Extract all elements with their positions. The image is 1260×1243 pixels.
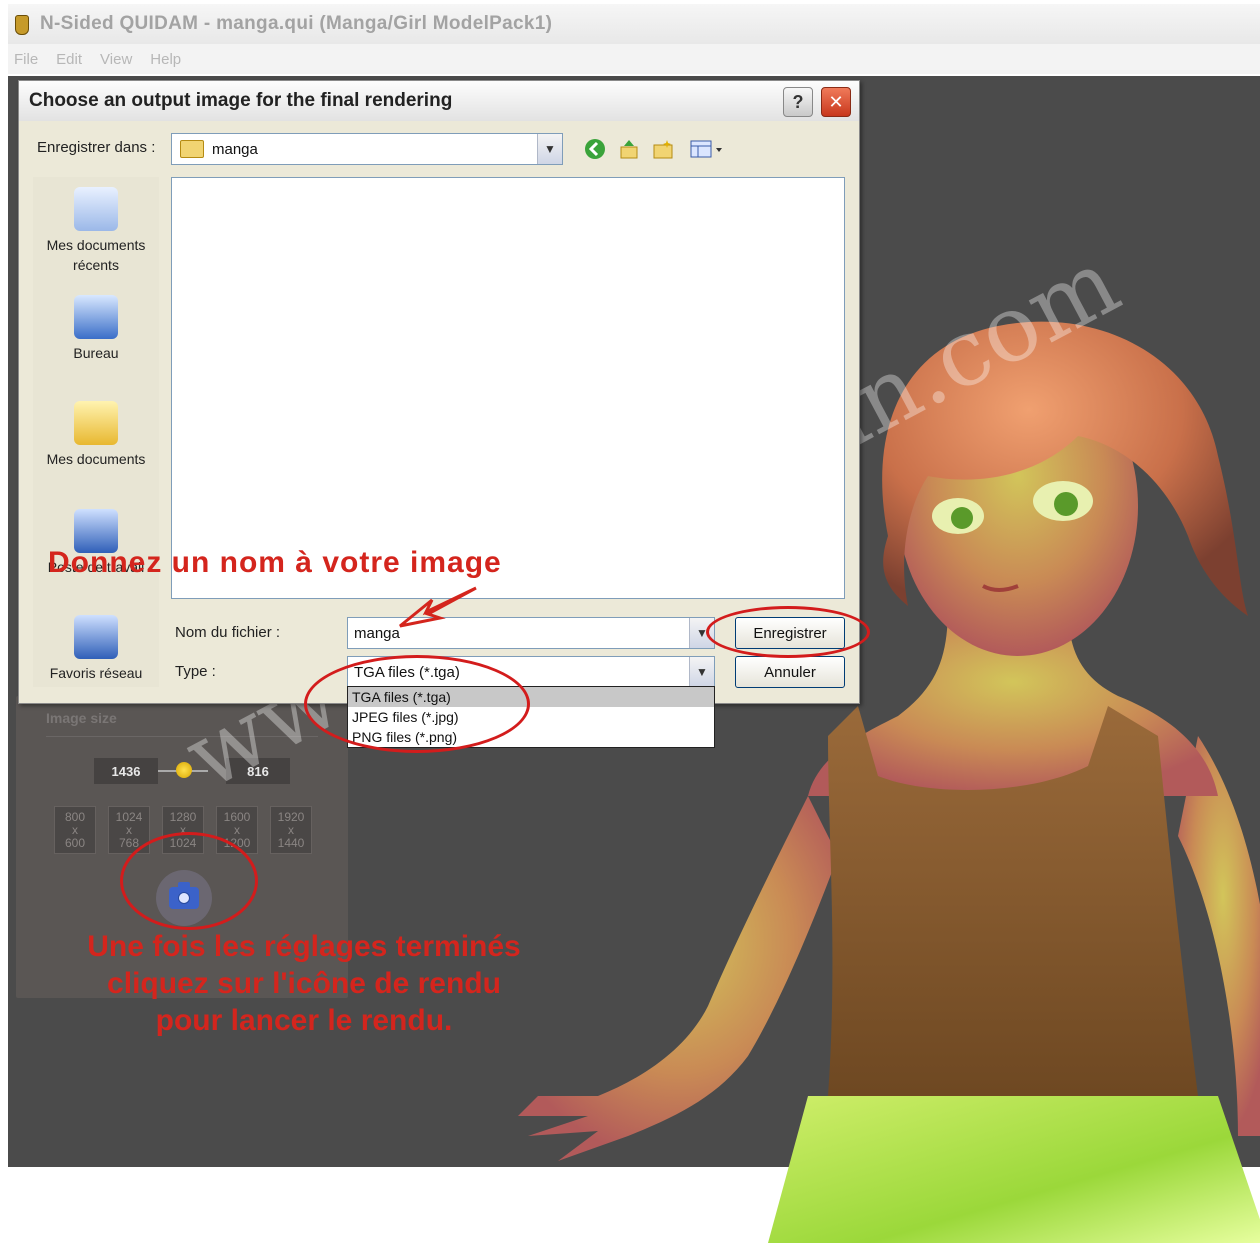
height-field[interactable]: 816 xyxy=(226,758,290,784)
menu-edit[interactable]: Edit xyxy=(56,51,82,68)
places-bar: Mes documents récents Bureau Mes documen… xyxy=(33,177,159,687)
filename-value: manga xyxy=(354,624,400,642)
place-my-documents[interactable]: Mes documents xyxy=(33,401,159,469)
my-documents-icon xyxy=(74,401,118,445)
preset-1920x1440[interactable]: 1920 x 1440 xyxy=(270,806,312,854)
new-folder-icon[interactable] xyxy=(651,137,675,161)
save-button[interactable]: Enregistrer xyxy=(735,617,845,649)
filename-label: Nom du fichier : xyxy=(175,624,281,641)
place-desktop[interactable]: Bureau xyxy=(33,295,159,363)
menu-view[interactable]: View xyxy=(100,51,132,68)
desktop-icon xyxy=(74,295,118,339)
panel-divider xyxy=(46,736,318,737)
preset-1600x1200[interactable]: 1600 x 1200 xyxy=(216,806,258,854)
width-field[interactable]: 1436 xyxy=(94,758,158,784)
render-panel: Image size 1436 816 800 x 600 1024 x 768… xyxy=(16,696,348,998)
save-in-value: manga xyxy=(212,140,258,158)
computer-icon xyxy=(74,509,118,553)
menu-bar: File Edit View Help xyxy=(8,44,1260,74)
back-icon[interactable] xyxy=(583,137,607,161)
character-skirt xyxy=(768,1096,1260,1243)
place-my-computer[interactable]: Poste de travail xyxy=(33,509,159,577)
preset-1024x768[interactable]: 1024 x 768 xyxy=(108,806,150,854)
type-label: Type : xyxy=(175,663,216,680)
network-icon xyxy=(74,615,118,659)
image-size-title: Image size xyxy=(46,710,117,726)
chevron-down-icon[interactable]: ▼ xyxy=(689,618,714,648)
render-button[interactable] xyxy=(156,870,212,926)
type-value: TGA files (*.tga) xyxy=(354,663,460,681)
chevron-down-icon[interactable]: ▼ xyxy=(689,657,714,687)
type-option-png[interactable]: PNG files (*.png) xyxy=(348,727,714,747)
place-network[interactable]: Favoris réseau xyxy=(33,615,159,683)
close-button[interactable]: ✕ xyxy=(821,87,851,117)
preset-800x600[interactable]: 800 x 600 xyxy=(54,806,96,854)
save-in-combo[interactable]: manga ▼ xyxy=(171,133,563,165)
dialog-title: Choose an output image for the final ren… xyxy=(19,81,859,121)
type-option-tga[interactable]: TGA files (*.tga) xyxy=(348,687,714,707)
recent-documents-icon xyxy=(74,187,118,231)
file-list[interactable] xyxy=(171,177,845,599)
view-menu-icon[interactable] xyxy=(687,137,727,161)
preset-1280x1024[interactable]: 1280 x 1024 xyxy=(162,806,204,854)
menu-help[interactable]: Help xyxy=(150,51,181,68)
character-left-arm xyxy=(518,796,838,1161)
type-select[interactable]: TGA files (*.tga) ▼ xyxy=(347,656,715,688)
type-dropdown-list: TGA files (*.tga) JPEG files (*.jpg) PNG… xyxy=(347,686,715,748)
up-folder-icon[interactable] xyxy=(617,137,641,161)
help-button[interactable]: ? xyxy=(783,87,813,117)
ratio-lock-knob[interactable] xyxy=(176,762,192,778)
type-option-jpg[interactable]: JPEG files (*.jpg) xyxy=(348,707,714,727)
arrow-annotation xyxy=(399,586,477,628)
place-recent-documents[interactable]: Mes documents récents xyxy=(33,187,159,275)
cancel-button[interactable]: Annuler xyxy=(735,656,845,688)
menu-file[interactable]: File xyxy=(14,51,38,68)
folder-icon xyxy=(180,140,204,158)
window-title: N-Sided QUIDAM - manga.qui (Manga/Girl M… xyxy=(40,13,553,34)
save-in-label: Enregistrer dans : xyxy=(37,139,156,156)
quidam-app: N-Sided QUIDAM - manga.qui (Manga/Girl M… xyxy=(8,0,1260,1243)
quidam-app-icon xyxy=(12,13,30,35)
window-titlebar: N-Sided QUIDAM - manga.qui (Manga/Girl M… xyxy=(8,4,1260,44)
camera-icon xyxy=(169,882,199,909)
chevron-down-icon[interactable]: ▼ xyxy=(537,134,562,164)
